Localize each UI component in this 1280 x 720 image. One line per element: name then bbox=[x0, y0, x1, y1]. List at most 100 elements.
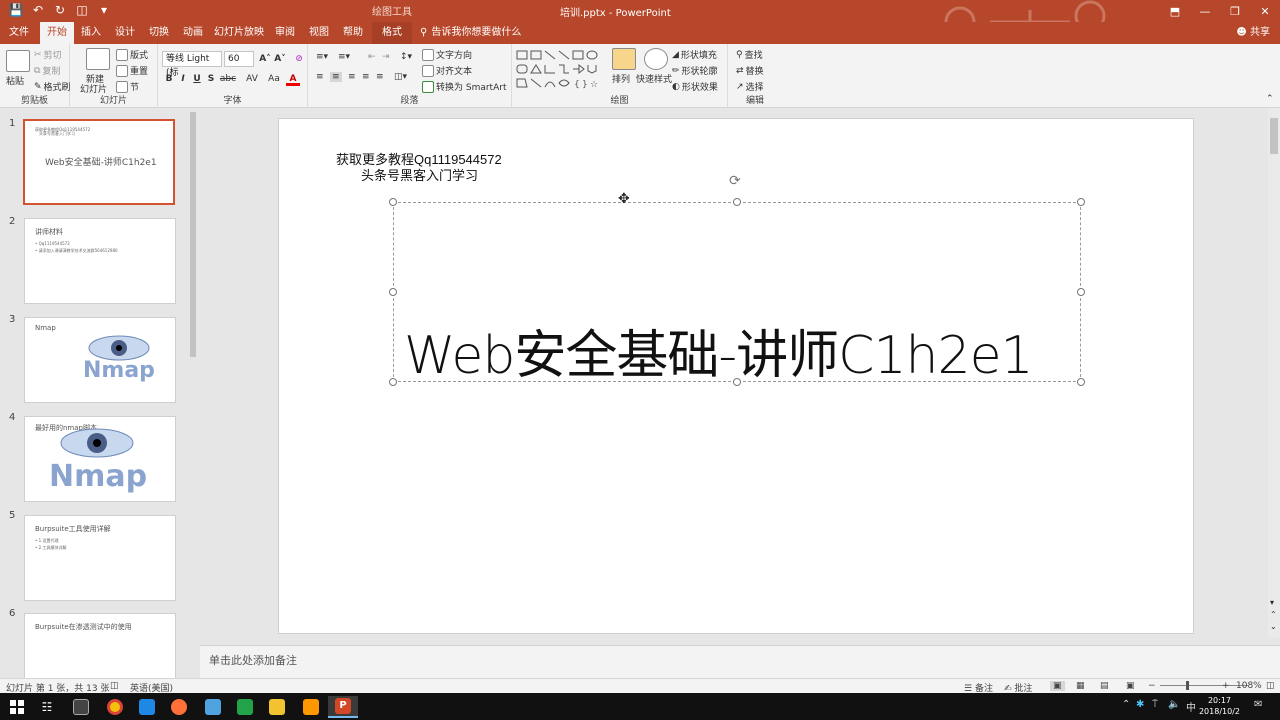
slide-thumbnail-3[interactable]: Nmap Nmap bbox=[24, 317, 176, 403]
increase-indent-icon[interactable]: ⇥ bbox=[382, 52, 390, 62]
slide-thumbnail-2[interactable]: 讲师材料 • Qq1119544572 • 请添加入课请演教学技术交流群5646… bbox=[24, 218, 176, 304]
align-left-icon[interactable]: ≡ bbox=[316, 72, 324, 82]
close-button[interactable]: ✕ bbox=[1250, 0, 1280, 22]
arrange-icon[interactable] bbox=[612, 48, 636, 70]
tab-help[interactable]: 帮助 bbox=[336, 22, 370, 44]
normal-view-icon[interactable]: ▣ bbox=[1050, 681, 1065, 691]
select-button[interactable]: ↗ 选择 bbox=[736, 80, 764, 94]
paste-icon[interactable] bbox=[6, 50, 30, 72]
line-spacing-icon[interactable]: ↕▾ bbox=[400, 52, 412, 62]
undo-icon[interactable]: ↶ bbox=[30, 2, 46, 18]
clock[interactable]: 20:17 2018/10/2 bbox=[1199, 695, 1240, 717]
resize-handle[interactable] bbox=[1077, 198, 1085, 206]
title-placeholder[interactable]: Web安全基础-讲师C1h2e1 ⟳ bbox=[389, 173, 1085, 386]
tab-slideshow[interactable]: 幻灯片放映 bbox=[212, 22, 266, 44]
rotate-handle-icon[interactable]: ⟳ bbox=[729, 173, 741, 189]
layout-button[interactable]: 版式 bbox=[116, 48, 148, 61]
shape-outline-button[interactable]: ✏ 形状轮廓 bbox=[672, 64, 718, 78]
bold-button[interactable]: B bbox=[162, 72, 176, 86]
prev-slide-icon[interactable]: ⌃ bbox=[1270, 610, 1277, 619]
share-button[interactable]: ☻ 共享 bbox=[1236, 22, 1270, 44]
numbering-icon[interactable]: ≡▾ bbox=[338, 52, 350, 62]
convert-smartart-button[interactable]: 转换为 SmartArt bbox=[422, 80, 506, 93]
start-button[interactable] bbox=[2, 696, 32, 718]
network-icon[interactable]: ⍑ bbox=[1152, 699, 1158, 710]
tab-view[interactable]: 视图 bbox=[302, 22, 336, 44]
copy-button[interactable]: ⧉ 复制 bbox=[34, 64, 60, 78]
taskbar-app-notes[interactable] bbox=[262, 696, 292, 718]
strikethrough-button[interactable]: abc bbox=[218, 72, 238, 86]
tab-home[interactable]: 开始 bbox=[40, 22, 74, 44]
ribbon-display-options-button[interactable]: ⬒ bbox=[1160, 0, 1190, 22]
tab-format[interactable]: 格式 bbox=[372, 22, 412, 44]
quick-styles-icon[interactable] bbox=[644, 48, 668, 70]
shape-effects-button[interactable]: ◐ 形状效果 bbox=[672, 80, 718, 94]
format-painter-button[interactable]: ✎ 格式刷 bbox=[34, 80, 71, 94]
taskbar-app-powerpoint[interactable]: P bbox=[328, 696, 358, 718]
columns-icon[interactable]: ≡ bbox=[376, 72, 384, 82]
replace-button[interactable]: ⇄ 替换 bbox=[736, 64, 764, 78]
slide-header-line-2[interactable]: 头条号黑客入门学习 bbox=[361, 165, 478, 184]
notes-placeholder[interactable]: 单击此处添加备注 bbox=[209, 652, 297, 668]
clear-format-icon[interactable]: ⊘ bbox=[292, 52, 306, 66]
next-slide-icon[interactable]: ⌄ bbox=[1270, 622, 1277, 631]
minimize-button[interactable]: — bbox=[1190, 0, 1220, 22]
slideshow-view-icon[interactable]: ▣ bbox=[1126, 681, 1135, 691]
quick-styles-button[interactable]: 快速样式 bbox=[636, 72, 672, 85]
slide-sorter-icon[interactable]: ▦ bbox=[1076, 681, 1085, 691]
resize-handle[interactable] bbox=[733, 378, 741, 386]
slide-thumbnail-1[interactable]: 获取更多教程Qq1119544572 头条号黑客入门学习 Web安全基础-讲师C… bbox=[23, 119, 175, 205]
thumbnail-scrollbar[interactable] bbox=[188, 112, 198, 672]
scroll-down-icon[interactable]: ▾ bbox=[1270, 598, 1274, 607]
font-name-select[interactable]: 等线 Light (标 bbox=[162, 51, 222, 78]
notifications-icon[interactable]: ✉ bbox=[1254, 699, 1262, 710]
decrease-indent-icon[interactable]: ⇤ bbox=[368, 52, 376, 62]
reset-button[interactable]: 重置 bbox=[116, 64, 148, 77]
redo-icon[interactable]: ↻ bbox=[52, 2, 68, 18]
shapes-gallery[interactable]: { } ☆ bbox=[516, 50, 612, 90]
scrollbar-thumb[interactable] bbox=[190, 112, 196, 357]
align-center-icon[interactable]: ≡ bbox=[330, 72, 342, 82]
italic-button[interactable]: I bbox=[176, 72, 190, 86]
grow-font-icon[interactable]: A˄ bbox=[258, 52, 272, 66]
slide-thumbnail-6[interactable]: Burpsuite在渗透测试中的使用 bbox=[24, 613, 176, 678]
bullets-icon[interactable]: ≡▾ bbox=[316, 52, 328, 62]
slide-canvas[interactable]: 获取更多教程Qq1119544572 头条号黑客入门学习 Web安全基础-讲师C… bbox=[278, 118, 1194, 634]
resize-handle[interactable] bbox=[389, 378, 397, 386]
volume-icon[interactable]: 🔈 bbox=[1168, 699, 1180, 710]
align-text-button[interactable]: 对齐文本 bbox=[422, 64, 472, 77]
tab-transitions[interactable]: 切换 bbox=[142, 22, 176, 44]
tray-chevron-icon[interactable]: ⌃ bbox=[1122, 699, 1130, 710]
restore-button[interactable]: ❐ bbox=[1220, 0, 1250, 22]
align-right-icon[interactable]: ≡ bbox=[348, 72, 356, 82]
spelling-icon[interactable]: ◫ bbox=[110, 681, 119, 691]
save-icon[interactable]: 💾 bbox=[8, 2, 24, 18]
zoom-level[interactable]: 108% bbox=[1236, 681, 1262, 691]
task-view-button[interactable]: ☷ bbox=[32, 696, 62, 718]
resize-handle[interactable] bbox=[1077, 288, 1085, 296]
slide-scrollbar[interactable]: ▾ ⌃ ⌄ bbox=[1268, 108, 1280, 638]
tab-design[interactable]: 设计 bbox=[108, 22, 142, 44]
resize-handle[interactable] bbox=[389, 198, 397, 206]
notes-pane[interactable]: 单击此处添加备注 bbox=[200, 645, 1280, 678]
taskbar-app-terminal[interactable] bbox=[66, 696, 96, 718]
scrollbar-thumb[interactable] bbox=[1270, 118, 1278, 154]
section-button[interactable]: 节 bbox=[116, 80, 139, 93]
resize-handle[interactable] bbox=[733, 198, 741, 206]
reading-view-icon[interactable]: ▤ bbox=[1100, 681, 1109, 691]
arrange-button[interactable]: 排列 bbox=[612, 72, 630, 85]
tab-review[interactable]: 审阅 bbox=[268, 22, 302, 44]
taskbar-app-firefox[interactable] bbox=[164, 696, 194, 718]
resize-handle[interactable] bbox=[389, 288, 397, 296]
cut-button[interactable]: ✂ 剪切 bbox=[34, 48, 62, 62]
zoom-in-button[interactable]: + bbox=[1222, 681, 1230, 691]
change-case-button[interactable]: Aa bbox=[264, 72, 284, 86]
new-slide-icon[interactable] bbox=[86, 48, 110, 70]
fit-slide-icon[interactable]: ◫ bbox=[1266, 681, 1275, 691]
font-size-select[interactable]: 60 bbox=[224, 51, 254, 67]
slide-title[interactable]: Web安全基础-讲师C1h2e1 bbox=[404, 313, 1074, 388]
slide-thumbnail-4[interactable]: 最好用的nmap脚本 Nmap bbox=[24, 416, 176, 502]
collapse-ribbon-icon[interactable]: ⌃ bbox=[1266, 94, 1274, 104]
ime-indicator[interactable]: 中 bbox=[1186, 699, 1196, 714]
taskbar-app-download[interactable] bbox=[198, 696, 228, 718]
